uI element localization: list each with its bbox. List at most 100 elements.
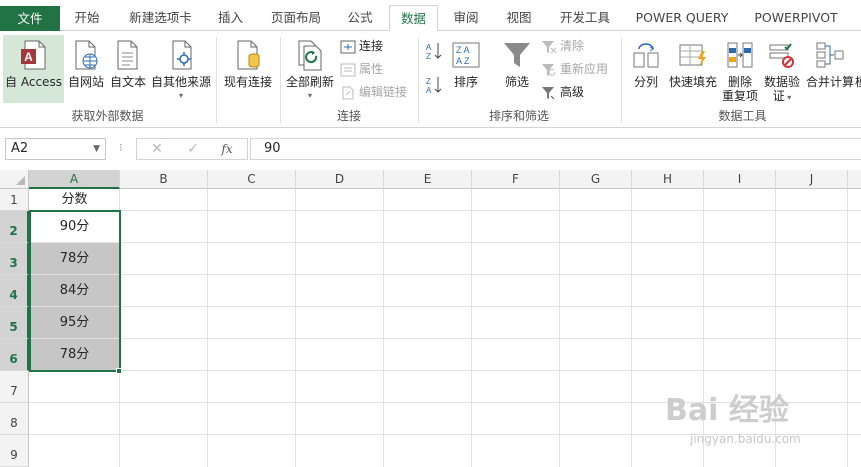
sort-za-icon: Z A: [426, 77, 442, 95]
data-source-icon: [172, 40, 192, 70]
tab-home[interactable]: 开始: [62, 5, 112, 31]
svg-text:Z: Z: [426, 77, 431, 86]
tab-insert[interactable]: 插入: [208, 5, 253, 31]
column-header-h[interactable]: H: [632, 170, 704, 189]
tab-formulas[interactable]: 公式: [336, 5, 384, 31]
advanced-filter-button[interactable]: 高级: [541, 82, 584, 102]
data-validation-icon: [769, 43, 794, 68]
formula-bar: A2 ▼ ⁝ ✕ ✓ fx 90: [0, 128, 861, 170]
tab-new-tab[interactable]: 新建选项卡: [118, 5, 203, 31]
chevron-down-icon: ▾: [307, 91, 312, 100]
row-header-9[interactable]: 9: [0, 435, 29, 467]
remove-duplicates-button[interactable]: 删除 重复项: [720, 35, 760, 103]
svg-text:A: A: [24, 50, 33, 64]
text-file-icon: [117, 40, 138, 70]
cell-a2[interactable]: 90分: [30, 211, 119, 242]
chevron-down-icon[interactable]: ▼: [93, 139, 100, 159]
tab-view[interactable]: 视图: [497, 5, 541, 31]
connections-icon: [340, 40, 356, 53]
gridline: [295, 189, 296, 467]
tab-power-query[interactable]: POWER QUERY: [628, 5, 736, 31]
column-header-k[interactable]: [848, 170, 861, 189]
edit-links-label: 编辑链接: [359, 85, 408, 99]
tab-review[interactable]: 审阅: [444, 5, 488, 31]
properties-button[interactable]: 属性: [340, 59, 383, 79]
reapply-button[interactable]: 重新应用: [541, 59, 608, 79]
row-header-6[interactable]: 6: [0, 339, 29, 371]
clear-filter-label: 清除: [560, 39, 585, 53]
select-all-corner[interactable]: [0, 170, 29, 189]
what-if-analysis-label: 模: [855, 75, 861, 89]
tab-file[interactable]: 文件: [0, 6, 60, 31]
name-box[interactable]: A2 ▼: [5, 138, 106, 160]
remove-duplicates-label-1: 删除: [727, 75, 752, 89]
chevron-down-icon: ▾: [178, 91, 183, 100]
cell-a4[interactable]: 84分: [30, 275, 119, 306]
column-header-b[interactable]: B: [120, 170, 208, 189]
existing-connections-button[interactable]: 现有连接: [220, 35, 276, 103]
group-label-connections: 连接: [336, 109, 361, 123]
from-other-sources-button[interactable]: 自其他来源 ▾: [150, 35, 212, 103]
cancel-icon[interactable]: ✕: [145, 140, 169, 158]
ribbon-separator: [621, 37, 622, 123]
gridline: [207, 189, 208, 467]
sort-button[interactable]: Z A A Z 排序: [448, 35, 484, 103]
column-header-i[interactable]: I: [704, 170, 776, 189]
row-header-3[interactable]: 3: [0, 243, 29, 275]
consolidate-button[interactable]: 合并计算: [803, 35, 857, 103]
tab-page-layout[interactable]: 页面布局: [262, 5, 330, 31]
filter-button[interactable]: 筛选: [497, 35, 537, 103]
cell-a1[interactable]: 分数: [30, 189, 119, 210]
sort-descending-button[interactable]: Z A: [425, 75, 445, 95]
enter-icon[interactable]: ✓: [181, 140, 205, 158]
row-header-2[interactable]: 2: [0, 211, 29, 243]
data-validation-label-1: 数据验: [763, 75, 800, 89]
sort-ascending-button[interactable]: A Z: [425, 41, 445, 61]
column-header-j[interactable]: J: [776, 170, 848, 189]
sort-dialog-icon: Z A A Z: [452, 42, 480, 68]
tab-developer[interactable]: 开发工具: [552, 5, 618, 31]
what-if-analysis-button[interactable]: 模: [855, 75, 861, 89]
flash-fill-button[interactable]: 快速填充: [667, 35, 719, 103]
row-header-4[interactable]: 4: [0, 275, 29, 307]
tab-powerpivot[interactable]: POWERPIVOT: [746, 5, 846, 31]
column-header-f[interactable]: F: [472, 170, 560, 189]
fill-handle[interactable]: [116, 368, 122, 374]
sort-label: 排序: [453, 75, 478, 89]
data-validation-button[interactable]: 数据验 证 ▾: [762, 35, 802, 103]
clear-filter-button[interactable]: 清除: [541, 36, 584, 56]
from-web-button[interactable]: 自网站: [65, 35, 107, 103]
column-header-g[interactable]: G: [560, 170, 632, 189]
formula-input[interactable]: 90: [250, 138, 861, 160]
cell-a6[interactable]: 78分: [30, 339, 119, 370]
watermark-url: jingyan.baidu.com: [690, 432, 801, 446]
row-header-5[interactable]: 5: [0, 307, 29, 339]
row-header-1[interactable]: 1: [0, 189, 29, 211]
row-header-8[interactable]: 8: [0, 403, 29, 435]
group-label-sort-filter: 排序和筛选: [488, 109, 549, 123]
insert-function-icon[interactable]: fx: [215, 140, 239, 158]
ribbon-separator: [418, 37, 419, 123]
from-access-button[interactable]: A 自 Access: [3, 35, 64, 103]
tab-data[interactable]: 数据: [389, 5, 438, 32]
from-web-label: 自网站: [67, 75, 104, 89]
text-to-columns-label: 分列: [633, 75, 658, 89]
column-header-a[interactable]: A: [29, 170, 120, 189]
gridline: [847, 189, 848, 467]
row-header-7[interactable]: 7: [0, 371, 29, 403]
column-header-d[interactable]: D: [296, 170, 384, 189]
from-text-button[interactable]: 自文本: [107, 35, 149, 103]
ribbon-data: A 自 Access 自网站 自文本 自其他来源 ▾ 获取外部数据 现有连接 全…: [0, 31, 861, 128]
edit-links-button[interactable]: 编辑链接: [340, 82, 407, 102]
advanced-filter-label: 高级: [560, 85, 585, 99]
connections-button[interactable]: 连接: [340, 36, 383, 56]
refresh-all-button[interactable]: 全部刷新 ▾: [284, 35, 336, 103]
consolidate-icon: [816, 42, 844, 68]
cell-a3[interactable]: 78分: [30, 243, 119, 274]
column-header-e[interactable]: E: [384, 170, 472, 189]
gridline: [29, 274, 861, 275]
text-to-columns-button[interactable]: 分列: [627, 35, 665, 103]
cell-a5[interactable]: 95分: [30, 307, 119, 338]
ribbon-separator: [216, 37, 217, 123]
column-header-c[interactable]: C: [208, 170, 296, 189]
